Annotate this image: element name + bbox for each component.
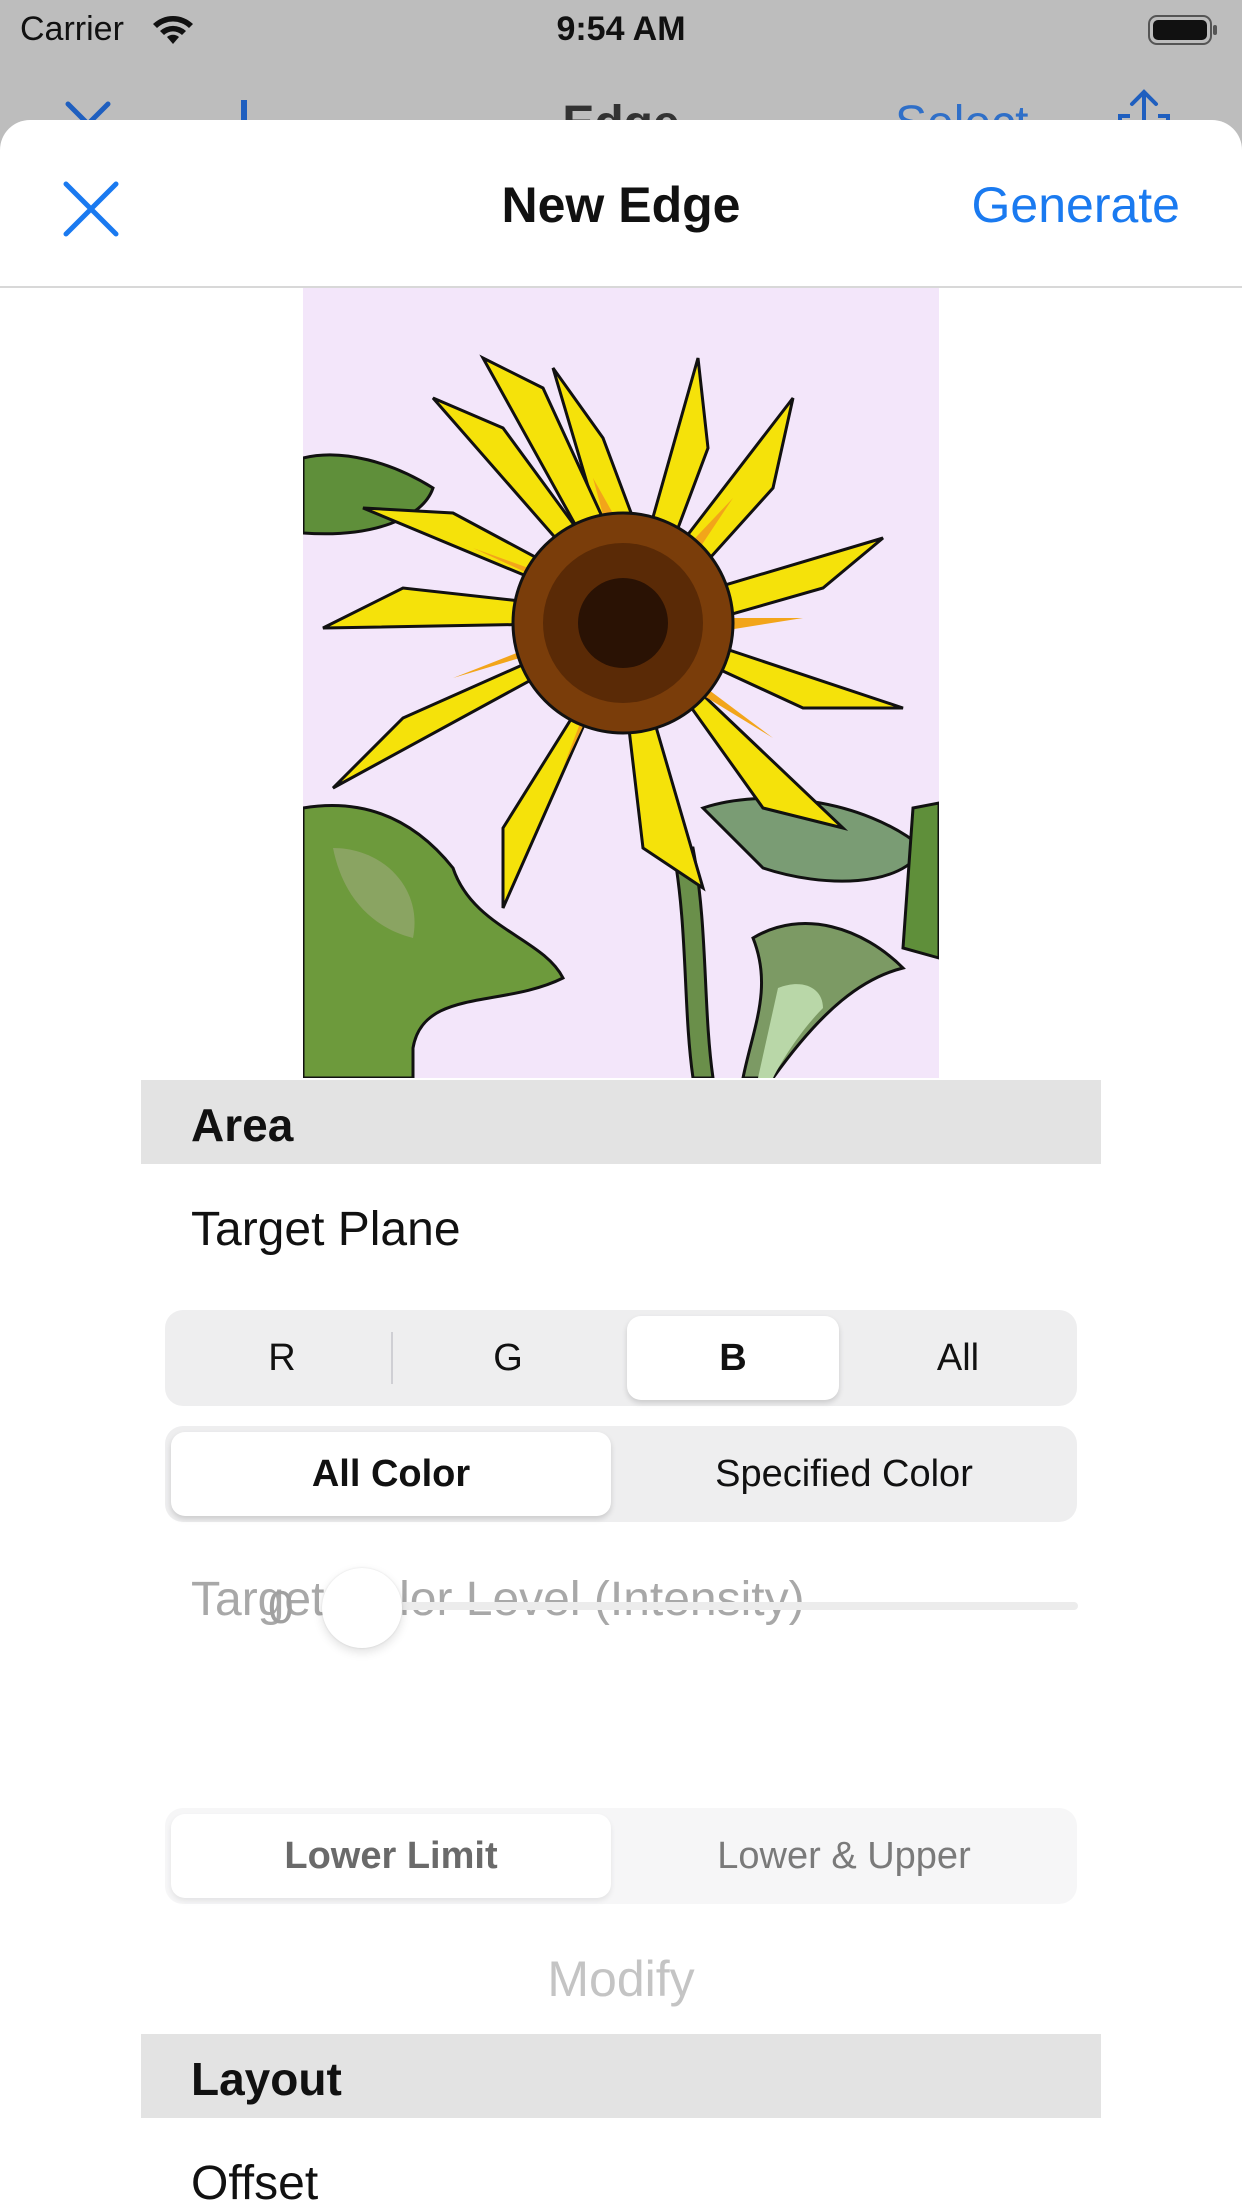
area-section-header: Area xyxy=(141,1080,1101,1164)
level-slider-thumb[interactable] xyxy=(322,1568,402,1648)
level-slider-track[interactable] xyxy=(340,1602,1078,1610)
lower-upper-segment[interactable]: Lower & Upper xyxy=(617,1814,1071,1898)
layout-section-header: Layout xyxy=(141,2034,1101,2118)
limit-segmented-control: Lower Limit Lower & Upper xyxy=(165,1808,1077,1904)
plane-segment-g[interactable]: G xyxy=(397,1316,619,1400)
specified-color-segment[interactable]: Specified Color xyxy=(617,1432,1071,1516)
target-plane-label: Target Plane xyxy=(191,1203,461,1256)
generate-button[interactable]: Generate xyxy=(972,176,1180,234)
level-slider-value: 0 xyxy=(268,1581,294,1633)
area-section-title: Area xyxy=(191,1099,294,1151)
status-bar: Carrier 9:54 AM xyxy=(0,0,1242,60)
battery-icon xyxy=(1148,15,1217,45)
edge-preview-image xyxy=(303,288,939,1078)
all-color-segment[interactable]: All Color xyxy=(171,1432,611,1516)
modify-button[interactable]: Modify xyxy=(0,1950,1242,2008)
new-edge-sheet: New Edge Generate Area Target Plane R G … xyxy=(0,120,1242,2208)
sheet-header: New Edge Generate xyxy=(0,120,1242,288)
plane-segment-r[interactable]: R xyxy=(171,1316,393,1400)
segment-divider xyxy=(391,1332,393,1384)
target-plane-segmented-control: R G B All xyxy=(165,1310,1077,1406)
plane-segment-all[interactable]: All xyxy=(845,1316,1071,1400)
lower-limit-segment[interactable]: Lower Limit xyxy=(171,1814,611,1898)
plane-segment-b[interactable]: B xyxy=(627,1316,839,1400)
offset-label: Offset xyxy=(191,2157,319,2208)
color-mode-segmented-control: All Color Specified Color xyxy=(165,1426,1077,1522)
layout-section-title: Layout xyxy=(191,2053,342,2105)
status-time: 9:54 AM xyxy=(556,10,686,48)
sunflower-image xyxy=(303,288,939,1078)
